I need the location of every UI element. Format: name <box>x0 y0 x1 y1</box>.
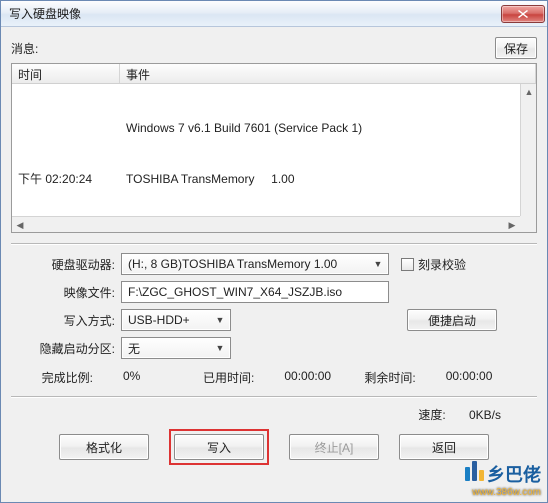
watermark: 乡巴佬 www.386w.com <box>465 461 541 498</box>
speed-value: 0KB/s <box>469 408 529 422</box>
format-button[interactable]: 格式化 <box>59 434 149 460</box>
event-list: 时间 事件 Windows 7 v6.1 Build 7601 (Service… <box>11 63 537 233</box>
message-label: 消息: <box>11 40 38 57</box>
burn-verify-label: 刻录校验 <box>418 256 466 273</box>
watermark-url: www.386w.com <box>472 487 541 498</box>
button-row: 格式化 写入 终止[A] 返回 <box>11 429 537 465</box>
chevron-down-icon: ▼ <box>212 315 228 325</box>
back-button[interactable]: 返回 <box>399 434 489 460</box>
drive-select[interactable]: (H:, 8 GB)TOSHIBA TransMemory 1.00 ▼ <box>121 253 389 275</box>
scroll-right-icon[interactable]: ▶ <box>504 217 520 233</box>
image-file-field[interactable]: F:\ZGC_GHOST_WIN7_X64_JSZJB.iso <box>121 281 389 303</box>
elapsed-label: 已用时间: <box>203 369 254 386</box>
chevron-down-icon: ▼ <box>370 259 386 269</box>
list-header: 时间 事件 <box>12 64 536 84</box>
scroll-up-icon[interactable]: ▲ <box>521 84 537 100</box>
speed-row: 速度: 0KB/s <box>11 406 537 423</box>
col-header-event[interactable]: 事件 <box>120 64 536 83</box>
hidden-partition-select[interactable]: 无 ▼ <box>121 337 231 359</box>
abort-button[interactable]: 终止[A] <box>289 434 379 460</box>
list-row: Windows 7 v6.1 Build 7601 (Service Pack … <box>18 120 530 137</box>
write-button[interactable]: 写入 <box>174 434 264 460</box>
watermark-logo-icon <box>465 461 484 481</box>
drive-label: 硬盘驱动器: <box>11 256 121 273</box>
percent-label: 完成比例: <box>11 369 93 386</box>
hidden-partition-label: 隐藏启动分区: <box>11 340 121 357</box>
save-button[interactable]: 保存 <box>495 37 537 59</box>
speed-label: 速度: <box>386 406 446 423</box>
stats-row: 完成比例: 0% 已用时间: 00:00:00 剩余时间: 00:00:00 <box>11 369 537 386</box>
elapsed-value: 00:00:00 <box>284 369 364 386</box>
divider <box>11 243 537 245</box>
dialog-window: 写入硬盘映像 消息: 保存 时间 事件 Windows 7 v6.1 Build… <box>0 0 548 503</box>
close-icon <box>518 10 528 18</box>
quick-boot-button[interactable]: 便捷启动 <box>407 309 497 331</box>
burn-verify-checkbox[interactable] <box>401 258 414 271</box>
remain-value: 00:00:00 <box>446 369 526 386</box>
col-header-time[interactable]: 时间 <box>12 64 120 83</box>
list-row: 下午 02:20:24TOSHIBA TransMemory 1.00 <box>18 171 530 188</box>
chevron-down-icon: ▼ <box>212 343 228 353</box>
vertical-scrollbar[interactable]: ▲ <box>520 84 536 216</box>
image-label: 映像文件: <box>11 284 121 301</box>
write-mode-select[interactable]: USB-HDD+ ▼ <box>121 309 231 331</box>
scroll-corner <box>520 216 536 232</box>
watermark-text: 乡巴佬 <box>487 461 541 487</box>
divider <box>11 396 537 398</box>
write-highlight: 写入 <box>169 429 269 465</box>
close-button[interactable] <box>501 5 545 23</box>
content-area: 消息: 保存 时间 事件 Windows 7 v6.1 Build 7601 (… <box>1 27 547 502</box>
remain-label: 剩余时间: <box>364 369 415 386</box>
titlebar: 写入硬盘映像 <box>1 1 547 27</box>
list-body: Windows 7 v6.1 Build 7601 (Service Pack … <box>12 84 536 224</box>
window-title: 写入硬盘映像 <box>9 5 81 22</box>
scroll-left-icon[interactable]: ◀ <box>12 217 28 233</box>
percent-value: 0% <box>123 369 203 386</box>
horizontal-scrollbar[interactable]: ◀ ▶ <box>12 216 520 232</box>
write-mode-label: 写入方式: <box>11 312 121 329</box>
